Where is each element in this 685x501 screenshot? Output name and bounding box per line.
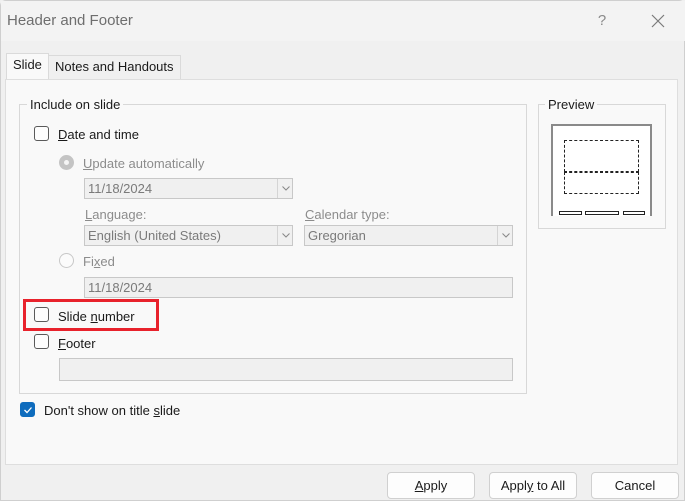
footer-input[interactable] xyxy=(59,358,513,381)
chevron-down-icon xyxy=(282,233,290,238)
calendar-type-dropdown-arrow[interactable] xyxy=(497,226,512,245)
dont-show-on-title-slide-label[interactable]: Don't show on title slide xyxy=(44,403,180,418)
calendar-type-label: Calendar type: xyxy=(305,207,390,222)
dont-show-on-title-slide-checkbox[interactable] xyxy=(20,402,35,417)
preview-date-placeholder xyxy=(559,211,582,215)
footer-label[interactable]: Footer xyxy=(58,336,96,351)
checkmark-icon xyxy=(24,407,32,414)
dialog-title: Header and Footer xyxy=(7,12,133,29)
fixed-date-value: 11/18/2024 xyxy=(88,280,153,295)
include-on-slide-label: Include on slide xyxy=(27,97,124,112)
preview-title-placeholder xyxy=(564,140,639,172)
footer-checkbox[interactable] xyxy=(34,334,49,349)
preview-body-placeholder xyxy=(564,172,639,194)
language-dropdown-arrow[interactable] xyxy=(277,226,292,245)
preview-footer-placeholder xyxy=(585,211,619,215)
apply-button[interactable]: Apply xyxy=(387,472,475,499)
close-icon xyxy=(651,14,665,28)
slide-number-label[interactable]: Slide number xyxy=(58,309,135,324)
date-and-time-checkbox[interactable] xyxy=(34,126,49,141)
fixed-radio[interactable] xyxy=(59,253,74,268)
preview-thumbnail xyxy=(551,124,652,216)
language-label: Language: xyxy=(85,207,147,222)
language-value: English (United States) xyxy=(88,228,221,243)
fixed-label[interactable]: Fixed xyxy=(83,254,115,269)
preview-slide-number-placeholder xyxy=(623,211,645,215)
date-format-value: 11/18/2024 xyxy=(88,181,153,196)
tab-notes-and-handouts[interactable]: Notes and Handouts xyxy=(48,55,181,79)
header-footer-dialog: Header and Footer ? Slide Notes and Hand… xyxy=(0,0,685,501)
calendar-type-select[interactable]: Gregorian xyxy=(304,225,513,246)
help-button[interactable]: ? xyxy=(591,10,613,32)
update-automatically-label[interactable]: Update automatically xyxy=(83,156,204,171)
calendar-type-value: Gregorian xyxy=(308,228,366,243)
date-format-dropdown-arrow[interactable] xyxy=(277,179,292,198)
language-select[interactable]: English (United States) xyxy=(84,225,293,246)
preview-label: Preview xyxy=(545,97,598,112)
apply-to-all-button[interactable]: Apply to All xyxy=(489,472,577,499)
cancel-button[interactable]: Cancel xyxy=(591,472,679,499)
slide-number-checkbox[interactable] xyxy=(34,307,49,322)
update-automatically-radio[interactable] xyxy=(59,155,74,170)
close-button[interactable] xyxy=(643,7,673,35)
tab-slide[interactable]: Slide xyxy=(6,53,49,79)
date-and-time-label[interactable]: Date and time xyxy=(58,127,139,142)
fixed-date-input[interactable]: 11/18/2024 xyxy=(84,277,513,298)
chevron-down-icon xyxy=(502,233,510,238)
date-format-select[interactable]: 11/18/2024 xyxy=(84,178,293,199)
chevron-down-icon xyxy=(282,186,290,191)
title-bar: Header and Footer ? xyxy=(1,1,685,41)
